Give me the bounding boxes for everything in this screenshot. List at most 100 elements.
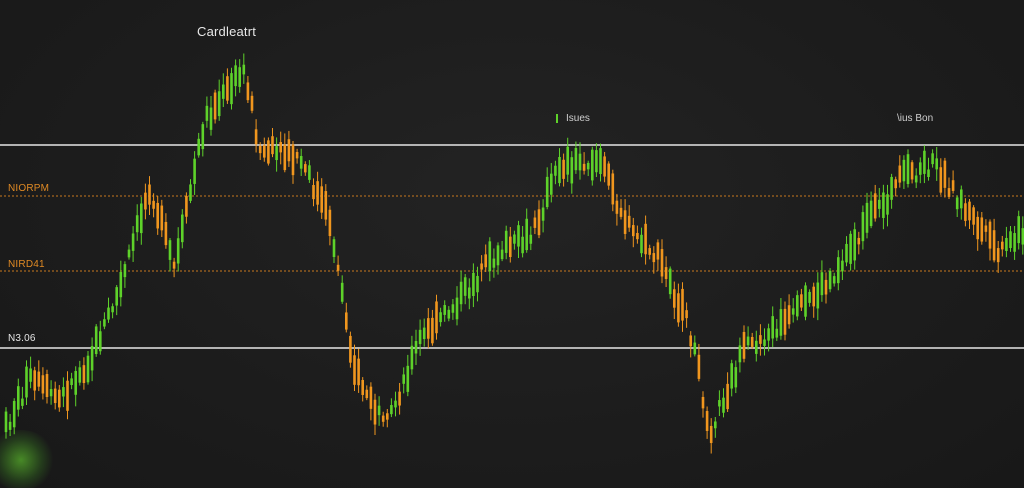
candle-down [787,294,791,329]
candle-body [340,282,344,302]
candle-up [222,73,225,108]
candle-body [291,144,295,176]
candle-up [86,351,90,385]
candle-body [537,209,541,236]
candle-body [988,221,992,249]
candle-down [279,131,282,165]
chart-canvas: Cardleatrt Isues \ius Bon NIORPM NIRD41 … [0,0,1024,488]
candle-down [705,406,709,439]
candle-up [193,151,196,195]
candle-up [550,163,553,203]
candle-down [972,205,975,236]
candle-body [103,319,106,327]
candle-up [545,167,549,210]
candle-down [144,183,147,220]
candle-body [968,201,971,221]
candle-up [308,160,311,183]
candle-body [246,82,250,101]
candle-body [992,230,996,261]
candle-body [320,186,323,213]
candle-body [574,147,578,171]
candle-down [873,184,877,222]
candle-up [738,337,742,373]
candle-up [29,356,32,389]
candle-body [865,202,869,233]
candle-body [476,275,479,293]
candle-up [340,275,344,304]
candle-down [996,240,1000,273]
candle-down [37,360,41,392]
candle-body [373,399,377,425]
candle-body [779,309,783,336]
candle-body [99,331,102,352]
candle-body [652,253,656,263]
candle-body [172,261,176,269]
candle-body [480,263,483,270]
legend-entry-1: Isues [556,113,590,124]
candle-up [131,226,135,262]
candle-up [935,147,938,181]
candlestick-chart [0,53,1024,454]
candle-down [648,244,651,260]
candle-body [238,67,241,87]
candle-up [734,360,738,394]
candle-down [607,161,610,190]
candle-up [828,268,832,293]
candle-down [1001,235,1004,257]
candle-up [447,306,451,322]
candle-up [845,236,848,267]
candle-down [312,178,315,207]
candle-body [422,327,426,340]
candle-down [45,369,49,404]
candle-up [332,236,336,263]
candle-down [689,331,692,358]
candle-body [689,335,692,347]
candle-body [705,411,709,431]
candle-body [258,145,262,154]
candle-down [66,371,69,420]
candle-up [541,199,545,233]
candle-body [217,91,221,117]
candle-body [783,308,787,335]
candle-body [107,307,110,320]
candle-body [394,400,397,408]
candle-up [599,143,602,182]
candle-up [176,227,180,272]
candle-body [1009,231,1012,249]
candle-up [70,372,73,390]
candle-down [287,130,291,167]
candle-body [308,165,311,180]
candle-body [377,405,381,416]
candle-body [591,149,594,181]
candle-down [677,283,680,327]
candle-up [804,282,807,321]
candle-body [1017,216,1020,244]
candle-body [960,189,963,209]
candle-up [586,160,590,177]
candle-down [750,332,754,349]
candle-body [164,221,168,246]
candle-up [837,250,840,291]
candle-body [878,199,881,209]
candle-down [41,367,45,400]
candle-down [988,219,992,261]
candle-body [406,365,410,392]
candle-up [94,324,98,357]
candle-up [390,398,393,418]
candle-down [894,176,897,197]
candle-up [439,307,442,327]
candle-body [976,216,979,240]
candle-down [623,199,627,240]
candle-up [107,297,110,323]
candle-body [345,312,348,330]
candle-down [652,246,656,274]
candle-down [373,393,377,435]
candle-up [693,335,697,357]
candle-body [381,415,385,422]
candle-down [992,218,996,263]
candle-up [21,386,24,410]
candle-body [242,64,246,75]
candle-body [213,92,217,120]
candle-down [726,372,729,413]
candle-body [443,305,446,315]
